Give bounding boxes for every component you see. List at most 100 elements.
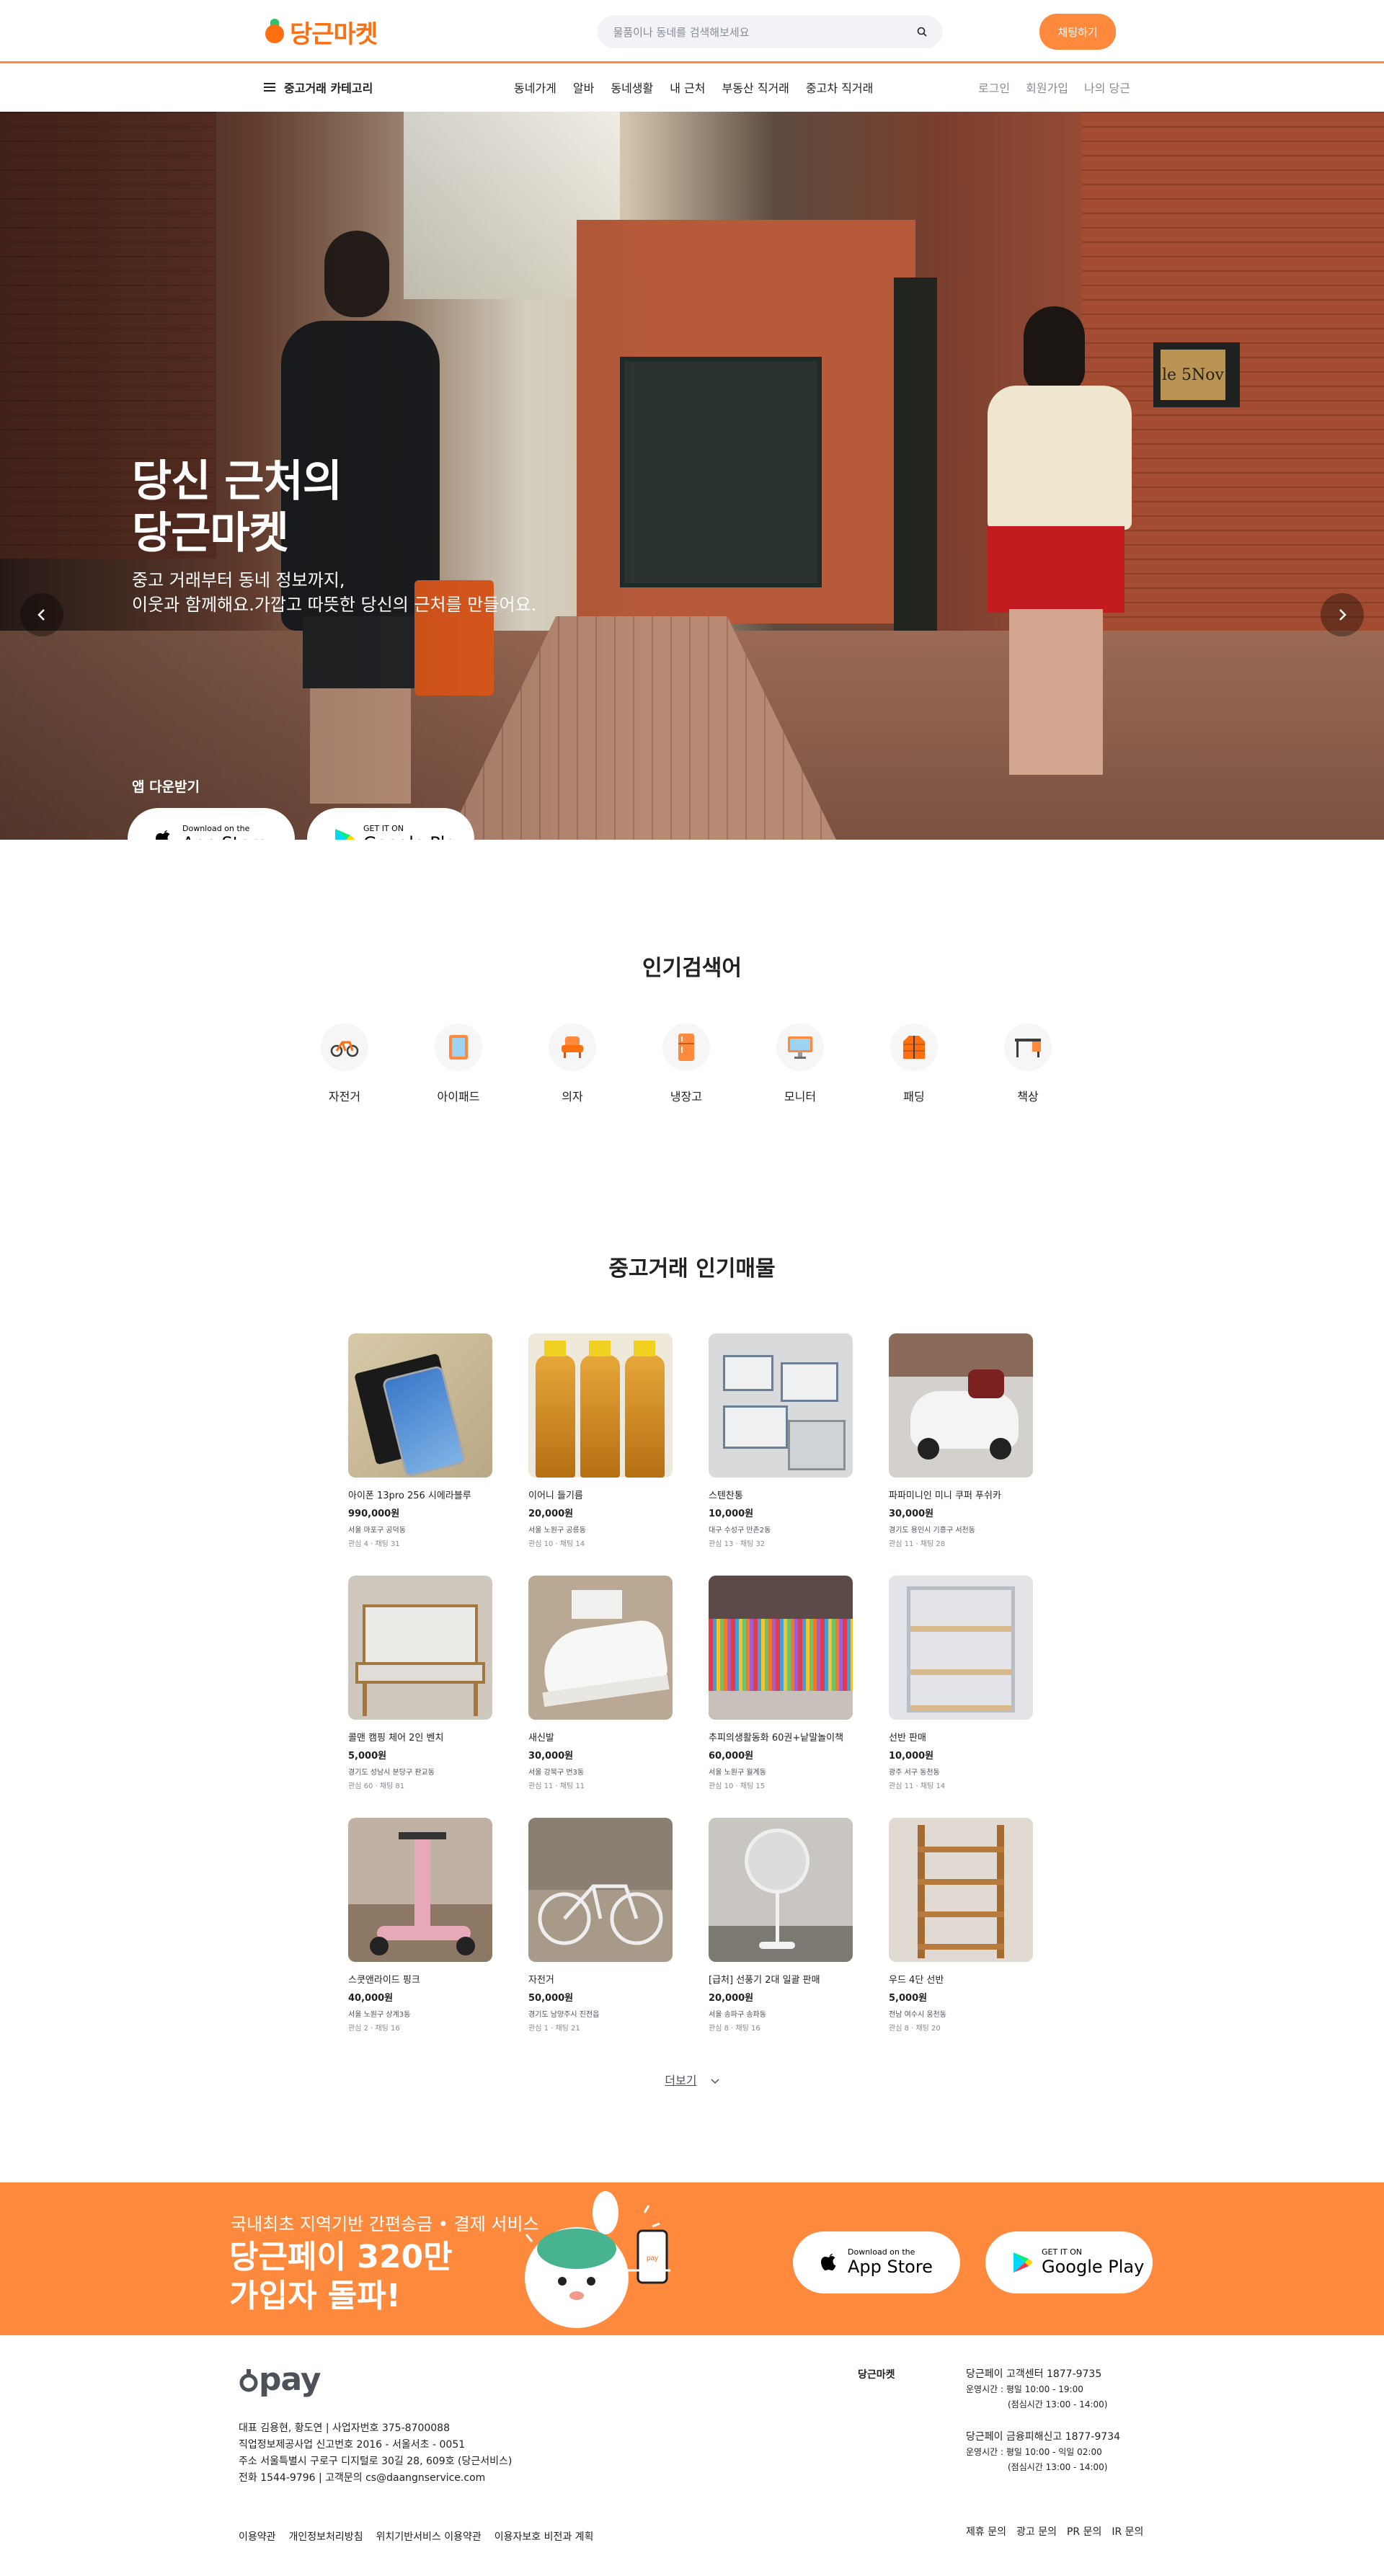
product-title: 파파미니인 미니 쿠퍼 푸쉬카 [889,1491,1001,1501]
keyword-bicycle[interactable]: 자전거 [321,1023,368,1104]
product-title: 자전거 [528,1975,554,1986]
product-location: 서울 노원구 상계3동 [348,2011,411,2019]
sub-navigation: 중고거래 카테고리 동네가게 알바 동네생활 내 근처 부동산 직거래 중고차 … [0,63,1384,111]
my-karrot-link[interactable]: 나의 당근 [1084,79,1130,96]
app-download-label: 앱 다운받기 [132,779,200,795]
location-terms-link[interactable]: 위치기반서비스 이용약관 [376,2529,482,2544]
keyword-label: 냉장고 [670,1090,703,1103]
menu-item-community[interactable]: 동네생활 [611,79,653,96]
keyword-label: 자전거 [328,1090,361,1103]
product-image [709,1333,853,1478]
logo[interactable]: 당근마켓 [264,14,378,50]
product-card[interactable]: 선반 판매 10,000원 광주 서구 동천동 관심 11 · 채팅 14 [889,1576,1033,1818]
keyword-ipad[interactable]: 아이패드 [435,1023,482,1104]
terms-link[interactable]: 이용약관 [239,2529,276,2544]
user-menu: 로그인 회원가입 나의 당근 [978,79,1130,96]
chevron-right-icon[interactable] [1321,593,1364,636]
company-info-line: 전화 1544-9796 | 고객문의 cs@daangnservice.com [239,2472,486,2484]
product-card[interactable]: 이어니 들기름 20,000원 서울 노원구 공릉동 관심 10 · 채팅 14 [528,1333,673,1576]
footer-brand-link[interactable]: 당근마켓 [858,2367,895,2381]
product-price: 990,000원 [348,1509,400,1519]
padded-jacket-icon [890,1023,938,1071]
search-input[interactable]: 물품이나 동네를 검색해보세요 [613,25,750,40]
product-stats: 관심 4 · 채팅 31 [348,1540,400,1548]
chevron-left-icon[interactable] [20,593,63,636]
partnership-link[interactable]: 제휴 문의 [966,2524,1006,2539]
product-card[interactable]: 자전거 50,000원 경기도 남양주시 진전읍 관심 1 · 채팅 21 [528,1818,673,2060]
product-location: 서울 강북구 번3동 [528,1769,585,1777]
rabbit-mascot-icon: pay [525,2191,670,2328]
bicycle-icon [321,1023,368,1071]
product-price: 30,000원 [889,1509,934,1519]
cs1-title: 당근페이 고객센터 1877-9735 [966,2368,1102,2380]
product-card[interactable]: 파파미니인 미니 쿠퍼 푸쉬카 30,000원 경기도 용인시 기흥구 서천동 … [889,1333,1033,1576]
pr-inquiry-link[interactable]: PR 문의 [1067,2524,1101,2539]
keyword-label: 책상 [1017,1090,1039,1103]
pay-google-play-button[interactable]: GET IT ON Google Play [985,2231,1153,2293]
ad-inquiry-link[interactable]: 광고 문의 [1016,2524,1057,2539]
google-play-icon [1013,2252,1033,2273]
product-title: [급처] 선풍기 2대 일괄 판매 [709,1975,820,1986]
pay-app-store-button[interactable]: Download on the App Store [793,2231,960,2293]
desk-icon [1004,1023,1052,1071]
menu-item-real-estate[interactable]: 부동산 직거래 [722,79,789,96]
cs2-hours: 운영시간 : 평일 10:00 - 익일 02:00 [966,2447,1102,2457]
keyword-monitor[interactable]: 모니터 [776,1023,824,1104]
more-button[interactable]: 더보기 [0,2071,1384,2088]
hero-person-woman-shorts [988,526,1124,613]
google-play-big-text: Google Play [1042,2257,1145,2277]
product-card[interactable]: [급처] 선풍기 2대 일괄 판매 20,000원 서울 송파구 송파동 관심 … [709,1818,853,2060]
product-card[interactable]: 아이폰 13pro 256 시에라블루 990,000원 서울 마포구 공덕동 … [348,1333,492,1576]
hero-google-play-button[interactable]: GET IT ON Google Play [307,808,474,840]
keyword-fridge[interactable]: 냉장고 [662,1023,710,1104]
phone-pay-label: pay [647,2255,658,2262]
hero-app-store-button[interactable]: Download on the App Store [128,808,295,840]
menu-item-used-cars[interactable]: 중고차 직거래 [806,79,873,96]
company-info-line: 대표 김용현, 황도연 | 사업자번호 375-8700088 [239,2422,450,2434]
menu-item-nearby[interactable]: 내 근처 [670,79,705,96]
login-link[interactable]: 로그인 [978,79,1010,96]
keyword-padding[interactable]: 패딩 [890,1023,938,1104]
product-card[interactable]: 스텐찬통 10,000원 대구 수성구 만촌2동 관심 13 · 채팅 32 [709,1333,853,1576]
footer-policy-links: 이용약관 개인정보처리방침 위치기반서비스 이용약관 이용자보호 비전과 계획 [239,2529,593,2544]
search-bar[interactable]: 물품이나 동네를 검색해보세요 [597,15,942,48]
category-label: 중고거래 카테고리 [284,81,373,95]
product-card[interactable]: 콜맨 캠핑 체어 2인 벤치 5,000원 경기도 성남시 분당구 판교동 관심… [348,1576,492,1818]
product-location: 전남 여수시 웅천동 [889,2011,946,2019]
hero-text: 당신 근처의 당근마켓 중고 거래부터 동네 정보까지, 이웃과 함께해요.가깝… [132,456,536,617]
hero-sign-text: le 5Nov [1161,350,1225,400]
pay-title-line2: 가입자 돌파! [229,2278,401,2314]
signup-link[interactable]: 회원가입 [1026,79,1068,96]
menu-item-local-shops[interactable]: 동네가게 [514,79,556,96]
product-title: 스쿳앤라이드 핑크 [348,1975,420,1986]
karrot-pay-logo-icon [239,2369,258,2392]
app-store-small-text: Download on the [182,824,250,833]
user-protection-link[interactable]: 이용자보호 비전과 계획 [494,2529,594,2544]
menu-item-jobs[interactable]: 알바 [573,79,594,96]
footer-inquiry-links: 제휴 문의 광고 문의 PR 문의 IR 문의 [966,2524,1143,2539]
cs1-lunch: (점심시간 13:00 - 14:00) [1008,2399,1108,2410]
product-image [889,1333,1033,1478]
category-menu-button[interactable]: 중고거래 카테고리 [264,79,373,96]
product-card[interactable]: 새신발 30,000원 서울 강북구 번3동 관심 11 · 채팅 11 [528,1576,673,1818]
cs1-hours: 운영시간 : 평일 10:00 - 19:00 [966,2384,1083,2394]
keyword-desk[interactable]: 책상 [1004,1023,1052,1104]
hero-desc-line1: 중고 거래부터 동네 정보까지, [132,570,345,590]
chat-button[interactable]: 채팅하기 [1039,14,1116,50]
product-image [709,1576,853,1720]
main-menu: 동네가게 알바 동네생활 내 근처 부동산 직거래 중고차 직거래 [514,79,873,96]
product-image [348,1818,492,1962]
product-card[interactable]: 우드 4단 선반 5,000원 전남 여수시 웅천동 관심 8 · 채팅 20 [889,1818,1033,2060]
keyword-chair[interactable]: 의자 [549,1023,596,1104]
hero-title-line2: 당근마켓 [132,508,289,559]
hero-person-woman [1024,306,1085,393]
apple-icon [821,2254,836,2270]
ir-inquiry-link[interactable]: IR 문의 [1112,2524,1143,2539]
product-price: 20,000원 [528,1509,574,1519]
product-price: 5,000원 [348,1751,387,1762]
privacy-link[interactable]: 개인정보처리방침 [289,2529,363,2544]
search-icon[interactable] [912,22,932,42]
product-card[interactable]: 스쿳앤라이드 핑크 40,000원 서울 노원구 상계3동 관심 2 · 채팅 … [348,1818,492,2060]
product-image [889,1576,1033,1720]
product-card[interactable]: 추피의생활동화 60권+낱말놀이책 60,000원 서울 노원구 월계동 관심 … [709,1576,853,1818]
